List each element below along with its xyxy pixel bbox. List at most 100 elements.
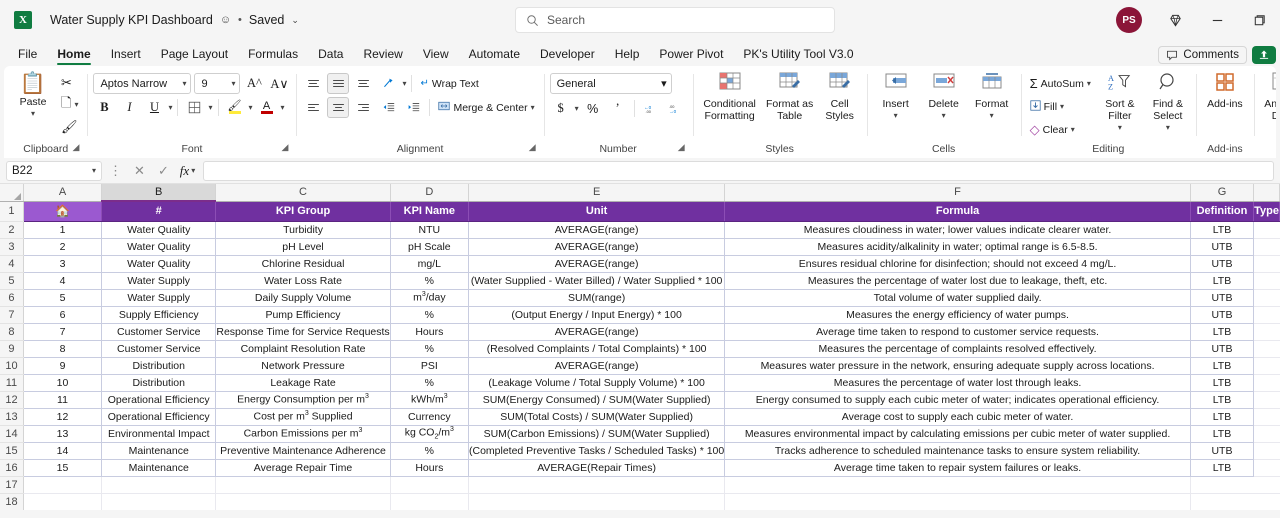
document-title[interactable]: Water Supply KPI Dashboard [50, 13, 213, 27]
header-cell-type[interactable]: Type [1253, 201, 1280, 222]
cancel-edit-button[interactable]: ✕ [129, 161, 150, 181]
row-header-6[interactable]: 6 [0, 289, 24, 307]
select-all-corner[interactable] [0, 184, 24, 202]
chevron-down-icon[interactable]: ▾ [990, 111, 994, 119]
number-format-combo[interactable]: General ▾ [549, 73, 672, 94]
row-header-5[interactable]: 5 [0, 272, 24, 290]
cell-definition[interactable]: Average cost to supply each cubic meter … [724, 408, 1191, 426]
cell-type[interactable]: UTB [1190, 340, 1255, 358]
cell-formula[interactable]: AVERAGE(range) [468, 238, 726, 256]
cell-definition[interactable]: Measures environmental impact by calcula… [724, 425, 1191, 443]
empty-cell[interactable] [215, 476, 391, 494]
cell-definition[interactable]: Energy consumed to supply each cubic met… [724, 391, 1191, 409]
cell-kpi-name[interactable]: Energy Consumption per m3 [215, 391, 391, 409]
cell-formula[interactable]: SUM(Carbon Emissions) / SUM(Water Suppli… [468, 425, 726, 443]
cell-kpi-name[interactable]: Network Pressure [215, 357, 391, 375]
cell-number[interactable]: 4 [23, 272, 103, 290]
cell-kpi-group[interactable]: Water Supply [101, 289, 217, 307]
analyze-data-button[interactable]: Analyze Data [1260, 70, 1276, 123]
dialog-launcher-icon[interactable]: ◢ [678, 138, 685, 156]
cell-definition[interactable]: Average time taken to repair system fail… [724, 459, 1191, 477]
name-box[interactable]: B22 ▾ [6, 160, 102, 181]
bold-button[interactable]: B [93, 97, 115, 118]
format-painter-button[interactable]: 🖌 [58, 116, 81, 137]
comments-button[interactable]: Comments [1158, 46, 1247, 64]
row-header-3[interactable]: 3 [0, 238, 24, 256]
tab-data[interactable]: Data [308, 47, 353, 66]
cell-formula[interactable]: (Leakage Volume / Total Supply Volume) *… [468, 374, 726, 392]
cell-kpi-name[interactable]: Carbon Emissions per m3 [215, 425, 391, 443]
find-select-button[interactable]: Find & Select ▾ [1146, 70, 1190, 131]
cell-number[interactable]: 11 [23, 391, 103, 409]
cell-unit[interactable]: Currency [390, 408, 469, 426]
cell-kpi-name[interactable]: Turbidity [215, 221, 391, 239]
empty-cell[interactable] [390, 476, 469, 494]
chevron-down-icon[interactable]: ▾ [575, 104, 579, 113]
cell-kpi-name[interactable]: Average Repair Time [215, 459, 391, 477]
clear-button[interactable]: ◇ Clear ▾ [1027, 119, 1094, 140]
cell-type[interactable]: UTB [1190, 255, 1255, 273]
sort-filter-button[interactable]: AZ Sort & Filter ▾ [1098, 70, 1142, 131]
cell-number[interactable]: 10 [23, 374, 103, 392]
cell-unit[interactable]: Hours [390, 459, 469, 477]
autosum-button[interactable]: Σ AutoSum ▾ [1027, 73, 1094, 94]
dialog-launcher-icon[interactable]: ◢ [282, 138, 289, 156]
delete-cells-button[interactable]: Delete ▾ [921, 70, 967, 119]
cell-formula[interactable]: (Output Energy / Input Energy) * 100 [468, 306, 726, 324]
font-name-combo[interactable]: Aptos Narrow ▾ [93, 73, 192, 94]
cell-type[interactable]: UTB [1190, 289, 1255, 307]
cell-unit[interactable]: mg/L [390, 255, 469, 273]
row-header-14[interactable]: 14 [0, 425, 24, 443]
cell-type[interactable]: LTB [1190, 357, 1255, 375]
italic-button[interactable]: I [118, 97, 140, 118]
decrease-font-size-button[interactable]: A∨ [268, 73, 290, 94]
cell-formula[interactable]: AVERAGE(range) [468, 323, 726, 341]
cell-kpi-group[interactable]: Distribution [101, 357, 217, 375]
row-header-8[interactable]: 8 [0, 323, 24, 341]
cell-number[interactable]: 8 [23, 340, 103, 358]
align-bottom-button[interactable] [352, 73, 374, 94]
cell-definition[interactable]: Measures acidity/alkalinity in water; op… [724, 238, 1191, 256]
cell-type[interactable]: LTB [1190, 221, 1255, 239]
cell-number[interactable]: 7 [23, 323, 103, 341]
chevron-down-icon[interactable]: ▾ [208, 103, 212, 112]
empty-cell[interactable] [23, 493, 103, 510]
chevron-down-icon[interactable]: ▾ [1166, 123, 1170, 131]
format-cells-button[interactable]: Format ▾ [969, 70, 1015, 119]
cell-formula[interactable]: (Resolved Complaints / Total Complaints)… [468, 340, 726, 358]
column-header-f[interactable]: F [724, 184, 1191, 202]
chevron-down-icon[interactable]: ▾ [249, 103, 253, 112]
empty-cell[interactable] [215, 493, 391, 510]
empty-cell[interactable] [390, 493, 469, 510]
cell-kpi-group[interactable]: Operational Efficiency [101, 391, 217, 409]
search-box[interactable]: Search [515, 7, 835, 33]
chevron-down-icon[interactable]: ▾ [661, 77, 667, 90]
cell-kpi-name[interactable]: Preventive Maintenance Adherence [215, 442, 391, 460]
decrease-indent-button[interactable] [377, 97, 399, 118]
row-header-11[interactable]: 11 [0, 374, 24, 392]
cell-kpi-group[interactable]: Distribution [101, 374, 217, 392]
cell-type[interactable]: LTB [1190, 272, 1255, 290]
merge-center-button[interactable]: Merge & Center ▾ [435, 97, 537, 118]
row-header-2[interactable]: 2 [0, 221, 24, 239]
header-cell-number[interactable]: # [101, 201, 217, 222]
format-as-table-button[interactable]: Format as Table [765, 70, 815, 123]
cell-kpi-name[interactable]: Complaint Resolution Rate [215, 340, 391, 358]
empty-cell[interactable] [468, 476, 726, 494]
empty-cell[interactable] [23, 476, 103, 494]
cell-styles-button[interactable]: Cell Styles [819, 70, 861, 123]
cell-kpi-group[interactable]: Customer Service [101, 323, 217, 341]
cell-formula[interactable]: SUM(Energy Consumed) / SUM(Water Supplie… [468, 391, 726, 409]
cell-unit[interactable]: % [390, 374, 469, 392]
avatar[interactable]: PS [1116, 7, 1142, 33]
home-button-cell[interactable]: 🏠 [23, 201, 103, 222]
diamond-premium-icon[interactable] [1154, 0, 1196, 40]
cell-number[interactable]: 15 [23, 459, 103, 477]
cell-unit[interactable]: NTU [390, 221, 469, 239]
cell-definition[interactable]: Measures water pressure in the network, … [724, 357, 1191, 375]
decrease-decimal-button[interactable]: .00 →0 [665, 98, 687, 119]
minimize-button[interactable] [1196, 0, 1238, 40]
chevron-down-icon[interactable]: ▾ [894, 111, 898, 119]
cell-unit[interactable]: m3/day [390, 289, 469, 307]
empty-cell[interactable] [101, 493, 217, 510]
